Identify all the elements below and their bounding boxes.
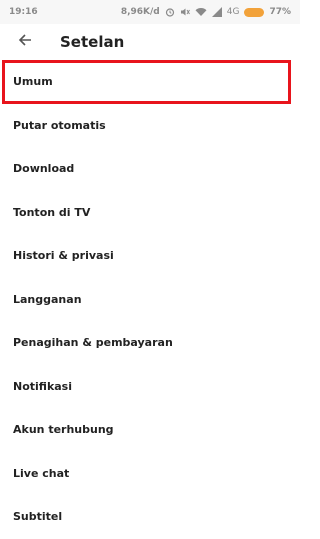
settings-item-putar-otomatis[interactable]: Putar otomatis <box>0 104 300 148</box>
settings-item-label: Penagihan & pembayaran <box>13 336 173 350</box>
settings-item-label: Histori & privasi <box>13 249 114 263</box>
settings-item-penagihan-pembayaran[interactable]: Penagihan & pembayaran <box>0 321 300 365</box>
settings-item-tonton-di-tv[interactable]: Tonton di TV <box>0 191 300 235</box>
settings-item-akun-terhubung[interactable]: Akun terhubung <box>0 408 300 452</box>
settings-item-langganan[interactable]: Langganan <box>0 278 300 322</box>
network-speed: 8,96K/d <box>120 7 160 17</box>
settings-item-label: Langganan <box>13 292 82 306</box>
battery-icon <box>244 7 265 17</box>
settings-item-notifikasi[interactable]: Notifikasi <box>0 365 300 409</box>
app-bar: Setelan <box>0 24 300 60</box>
settings-item-download[interactable]: Download <box>0 147 300 191</box>
settings-item-histori-privasi[interactable]: Histori & privasi <box>0 234 300 278</box>
arrow-left-icon <box>17 32 33 52</box>
page-title: Setelan <box>60 33 125 51</box>
settings-item-label: Download <box>13 162 75 176</box>
status-time: 19:16 <box>9 7 38 17</box>
network-type: 4G <box>226 7 240 17</box>
settings-item-subtitel[interactable]: Subtitel <box>0 495 300 539</box>
battery-percent: 77% <box>269 7 291 17</box>
settings-item-label: Umum <box>13 75 53 89</box>
mute-icon <box>180 7 190 17</box>
settings-item-label: Tonton di TV <box>13 205 91 219</box>
settings-item-label: Putar otomatis <box>13 118 106 132</box>
settings-item-label: Notifikasi <box>13 379 73 393</box>
settings-item-label: Akun terhubung <box>13 423 114 437</box>
wifi-icon <box>195 7 207 17</box>
signal-icon <box>211 7 222 17</box>
settings-item-label: Subtitel <box>13 510 63 524</box>
settings-list: Umum Putar otomatis Download Tonton di T… <box>0 60 300 539</box>
settings-item-live-chat[interactable]: Live chat <box>0 452 300 496</box>
settings-item-label: Live chat <box>13 466 70 480</box>
alarm-icon <box>165 7 175 17</box>
back-button[interactable] <box>12 29 38 55</box>
status-indicators: 8,96K/d 4G 77% <box>121 7 291 17</box>
status-bar: 19:16 8,96K/d 4G 77% <box>0 0 300 24</box>
settings-item-umum[interactable]: Umum <box>0 60 300 104</box>
